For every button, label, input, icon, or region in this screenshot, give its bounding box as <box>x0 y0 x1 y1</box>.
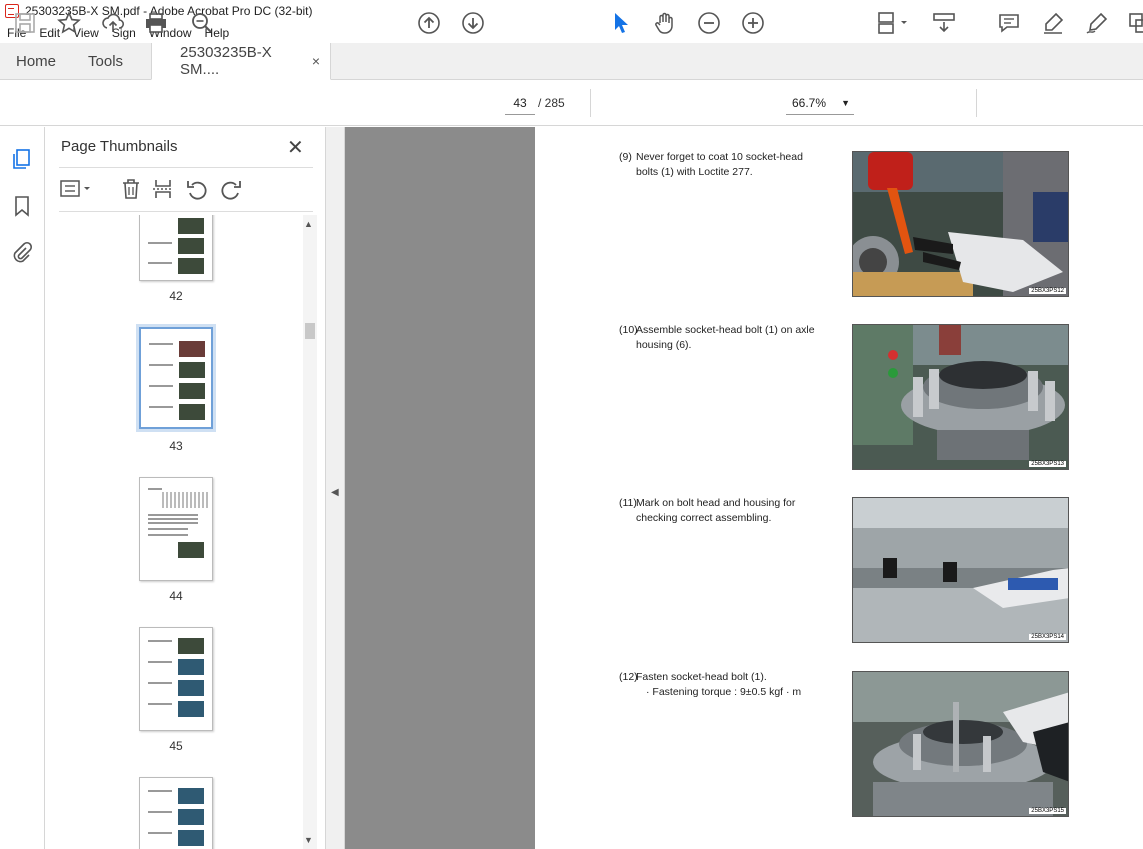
step-photo: 25BX3PS15 <box>852 671 1069 817</box>
zoom-in-icon[interactable] <box>741 11 765 35</box>
search-zoom-icon[interactable] <box>190 11 214 35</box>
step-text: Never forget to coat 10 socket-head bolt… <box>636 151 803 178</box>
step-text: Mark on bolt head and housing for checki… <box>636 497 796 524</box>
step-photo: 25BX3PS12 <box>852 151 1069 297</box>
step-number: (12) <box>619 671 638 683</box>
thumbnail-scrollbar[interactable]: ▲ ▼ <box>303 215 317 849</box>
step-text: Assemble socket-head bolt (1) on axle ho… <box>636 324 815 351</box>
step-number: (10) <box>619 324 638 336</box>
attachments-icon[interactable] <box>11 241 33 263</box>
fit-page-icon[interactable] <box>876 11 910 35</box>
step-text: Fasten socket-head bolt (1). <box>636 671 767 683</box>
tab-document[interactable]: 25303235B-X SM.... × <box>151 43 332 80</box>
thumbnail-label: 42 <box>169 289 183 303</box>
thumbnail-label: 43 <box>169 439 183 453</box>
chevron-down-icon: ▼ <box>841 98 850 108</box>
bookmarks-icon[interactable] <box>11 195 33 217</box>
zoom-level-select[interactable]: 66.7% ▼ <box>786 91 854 115</box>
page-number-input[interactable]: 43 <box>505 91 535 115</box>
collapse-panel-icon[interactable]: ◀ <box>331 487 339 498</box>
step-number: (9) <box>619 151 632 163</box>
tab-close-icon[interactable]: × <box>312 53 320 69</box>
step-subtext: · Fastening torque : 9±0.5 kgf · m <box>646 686 802 698</box>
panel-divider <box>59 167 313 168</box>
tab-tools[interactable]: Tools <box>72 43 139 79</box>
page-down-icon[interactable] <box>461 11 485 35</box>
left-navigation-rail <box>0 127 45 849</box>
thumbnail-label: 45 <box>169 739 183 753</box>
tab-bar: Home Tools 25303235B-X SM.... × <box>0 43 1143 80</box>
thumbnail-page[interactable] <box>139 777 213 849</box>
photo-code: 25BX3PS13 <box>1029 461 1066 467</box>
page-total: / 285 <box>538 96 565 110</box>
pdf-page: (9) Never forget to coat 10 socket-head … <box>535 127 1143 849</box>
sign-icon[interactable] <box>1085 11 1109 35</box>
close-icon[interactable]: ✕ <box>287 135 304 160</box>
more-tools-icon[interactable] <box>1127 11 1143 35</box>
page-thumbnails-icon[interactable] <box>11 148 33 170</box>
highlight-icon[interactable] <box>1041 11 1065 35</box>
thumbnail-label: 44 <box>169 589 183 603</box>
select-arrow-icon[interactable] <box>609 11 633 35</box>
title-bar: 25303235B-X SM.pdf - Adobe Acrobat Pro D… <box>0 0 1143 22</box>
chevron-down-icon[interactable]: ▼ <box>304 835 313 845</box>
scroll-mode-icon[interactable] <box>932 11 956 35</box>
instruction-step: (9) Never forget to coat 10 socket-head … <box>619 150 819 180</box>
thumbnail-list: 42 43 44 45 <box>59 215 303 849</box>
main-toolbar <box>0 80 1143 126</box>
photo-code: 25BX3PS14 <box>1029 634 1066 640</box>
chevron-up-icon[interactable]: ▲ <box>304 219 313 229</box>
photo-code: 25BX3PS15 <box>1029 808 1066 814</box>
rotate-counterclockwise-icon[interactable] <box>185 177 209 201</box>
options-menu-icon[interactable] <box>59 177 95 201</box>
step-photo: 25BX3PS14 <box>852 497 1069 643</box>
scrollbar-thumb[interactable] <box>305 323 315 339</box>
comment-icon[interactable] <box>997 11 1021 35</box>
toolbar-divider <box>590 89 591 117</box>
thumbnail-toolbar <box>59 175 313 205</box>
tab-home[interactable]: Home <box>0 43 72 79</box>
step-photo: 25BX3PS13 <box>852 324 1069 470</box>
panel-divider <box>59 211 313 212</box>
thumbnail-page[interactable] <box>139 215 213 281</box>
tab-document-label: 25303235B-X SM.... <box>180 44 272 78</box>
bookmark-star-icon[interactable] <box>57 11 81 35</box>
thumbnail-page[interactable] <box>139 477 213 581</box>
print-icon[interactable] <box>144 11 168 35</box>
photo-code: 25BX3PS12 <box>1029 288 1066 294</box>
document-view: (9) Never forget to coat 10 socket-head … <box>345 127 1143 849</box>
save-icon[interactable] <box>13 11 37 35</box>
panel-splitter[interactable]: ◀ <box>325 127 345 849</box>
step-number: (11) <box>619 497 637 509</box>
menu-bar: File Edit View Sign Window Help <box>0 22 1143 43</box>
toolbar-divider <box>976 89 977 117</box>
delete-page-icon[interactable] <box>119 177 143 201</box>
zoom-level-value: 66.7% <box>792 96 827 110</box>
rotate-clockwise-icon[interactable] <box>219 177 243 201</box>
thumbnail-page[interactable] <box>139 627 213 731</box>
page-thumbnails-panel: Page Thumbnails ✕ 42 43 44 45 ▲ ▼ <box>45 127 325 849</box>
upload-icon[interactable] <box>101 11 125 35</box>
instruction-step: (12) Fasten socket-head bolt (1). · Fast… <box>619 670 819 700</box>
panel-title: Page Thumbnails <box>61 138 178 155</box>
hand-icon[interactable] <box>653 11 677 35</box>
zoom-out-icon[interactable] <box>697 11 721 35</box>
thumbnail-page-active[interactable] <box>136 324 216 432</box>
page-up-icon[interactable] <box>417 11 441 35</box>
instruction-step: (11) Mark on bolt head and housing for c… <box>619 496 819 526</box>
split-page-icon[interactable] <box>151 177 175 201</box>
instruction-step: (10) Assemble socket-head bolt (1) on ax… <box>619 323 819 353</box>
